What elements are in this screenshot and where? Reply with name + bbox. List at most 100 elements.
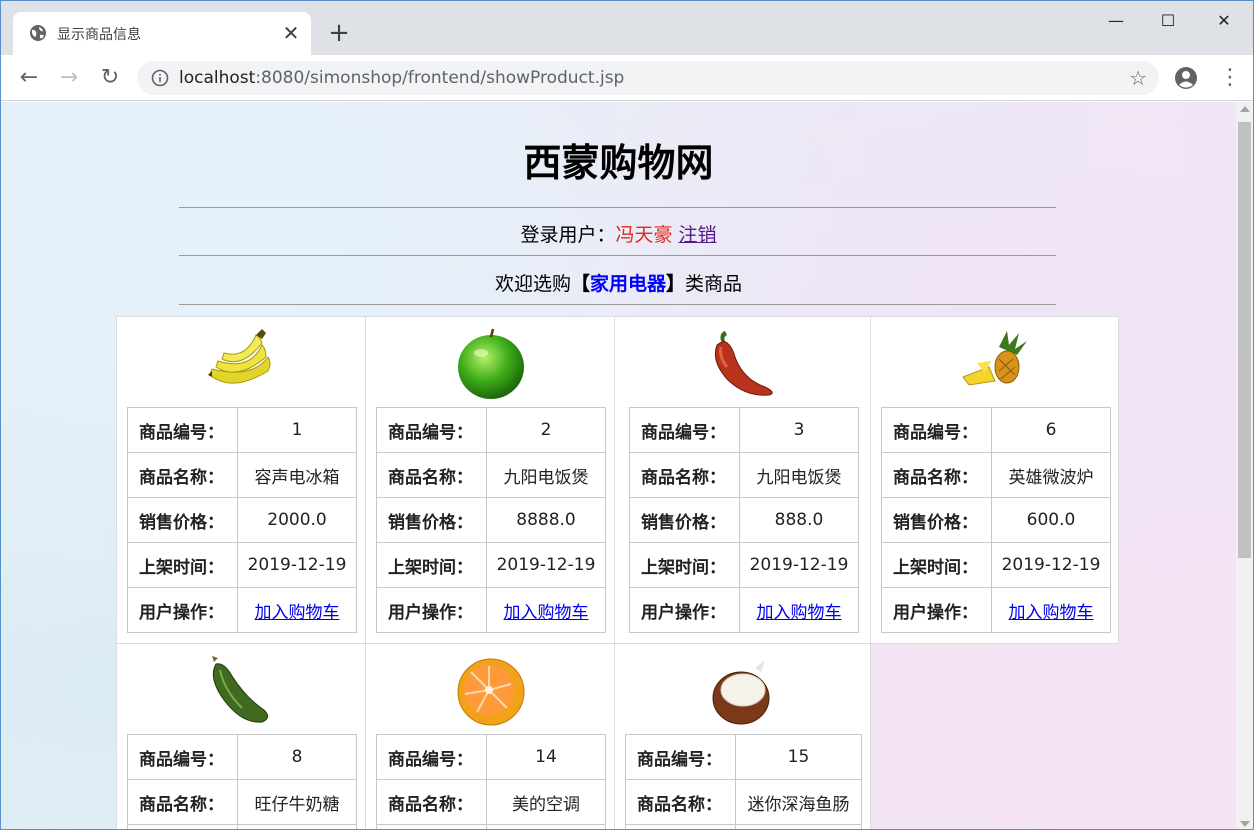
- vertical-scrollbar[interactable]: [1236, 102, 1253, 829]
- scroll-thumb[interactable]: [1238, 122, 1251, 558]
- tab-close-icon[interactable]: ✕: [281, 23, 301, 43]
- product-name: 迷你深海鱼肠: [735, 779, 862, 825]
- scroll-up-icon[interactable]: [1240, 106, 1250, 112]
- table-row: 上架时间： 2019-12-19: [127, 542, 357, 588]
- product-date: 2019-12-19: [739, 542, 859, 588]
- product-id: 2: [486, 407, 606, 453]
- table-row: 用户操作： 加入购物车: [376, 587, 606, 633]
- product-id: 15: [735, 734, 862, 780]
- table-row: 商品名称： 九阳电饭煲: [629, 452, 859, 498]
- category-name: 家用电器: [589, 273, 666, 295]
- login-info: 登录用户：冯天豪 注销: [520, 224, 717, 246]
- table-row: 销售价格： 8888.0: [376, 497, 606, 543]
- forward-icon[interactable]: →: [55, 64, 83, 92]
- pineapple-icon: [962, 331, 1027, 386]
- table-row: 商品编号： 6: [881, 407, 1111, 453]
- product-card: 商品编号： 6 商品名称： 英雄微波炉 销售价格： 600.0 上架时间： 2019-1…: [870, 316, 1119, 644]
- product-date: 2019-12-19: [486, 542, 606, 588]
- product-id: 1: [237, 407, 357, 453]
- product-table: 商品编号： 2 商品名称： 九阳电饭煲 销售价格： 8888.0 上架时间： 2019-…: [376, 407, 606, 633]
- scroll-down-icon[interactable]: [1240, 821, 1250, 827]
- table-row: [376, 824, 606, 829]
- product-price: 2000.0: [237, 497, 357, 543]
- table-row: 商品编号： 15: [625, 734, 862, 780]
- divider: [179, 207, 1056, 208]
- product-card: 商品编号： 1 商品名称： 容声电冰箱 销售价格： 2000.0 上架时间： 2019-…: [116, 316, 366, 644]
- browser-toolbar: ← → ↻ localhost:8080/simonshop/frontend/…: [1, 55, 1253, 101]
- table-row: 商品名称： 九阳电饭煲: [376, 452, 606, 498]
- product-card: 商品编号： 2 商品名称： 九阳电饭煲 销售价格： 8888.0 上架时间： 2019-…: [365, 316, 615, 644]
- divider: [179, 255, 1056, 256]
- bookmark-star-icon[interactable]: ☆: [1129, 66, 1147, 90]
- page-viewport: 西蒙购物网 登录用户：冯天豪 注销 欢迎选购【家用电器】类商品 商品编号：1: [1, 102, 1236, 829]
- product-name: 九阳电饭煲: [486, 452, 606, 498]
- add-to-cart-link[interactable]: 加入购物车: [757, 603, 842, 623]
- product-price: 600.0: [991, 497, 1111, 543]
- product-id: 6: [991, 407, 1111, 453]
- product-table: 商品编号： 8 商品名称： 旺仔牛奶糖: [127, 734, 357, 829]
- table-row: 上架时间： 2019-12-19: [881, 542, 1111, 588]
- apple-icon: [458, 328, 524, 399]
- table-row: [127, 824, 357, 829]
- new-tab-icon[interactable]: +: [325, 19, 353, 47]
- table-row: 商品编号： 3: [629, 407, 859, 453]
- product-id: 14: [486, 734, 606, 780]
- table-row: 销售价格： 2000.0: [127, 497, 357, 543]
- window-close-icon[interactable]: ✕: [1201, 7, 1247, 35]
- table-row: 商品名称： 旺仔牛奶糖: [127, 779, 357, 825]
- product-card: 商品编号： 15 商品名称： 迷你深海鱼肠: [614, 643, 871, 829]
- product-date: 2019-12-19: [237, 542, 357, 588]
- table-row: 商品名称： 容声电冰箱: [127, 452, 357, 498]
- table-row: 上架时间： 2019-12-19: [629, 542, 859, 588]
- category-heading: 欢迎选购【家用电器】类商品: [494, 273, 743, 295]
- browser-window: 显示商品信息 ✕ + — ☐ ✕ ← → ↻ localhost:8080/si…: [0, 0, 1254, 830]
- tab-title: 显示商品信息: [57, 27, 141, 43]
- product-price: 888.0: [739, 497, 859, 543]
- add-to-cart-link[interactable]: 加入购物车: [255, 603, 340, 623]
- product-table: 商品编号： 14 商品名称： 美的空调: [376, 734, 606, 829]
- table-row: [625, 824, 862, 829]
- url-text: localhost:8080/simonshop/frontend/showPr…: [179, 68, 625, 88]
- logout-link[interactable]: 注销: [679, 224, 717, 246]
- table-row: 商品编号： 1: [127, 407, 357, 453]
- product-name: 容声电冰箱: [237, 452, 357, 498]
- product-id: 3: [739, 407, 859, 453]
- table-row: 商品名称： 美的空调: [376, 779, 606, 825]
- product-date: 2019-12-19: [991, 542, 1111, 588]
- product-price: 8888.0: [486, 497, 606, 543]
- table-row: 上架时间： 2019-12-19: [376, 542, 606, 588]
- table-row: 商品编号： 2: [376, 407, 606, 453]
- add-to-cart-link[interactable]: 加入购物车: [1009, 603, 1094, 623]
- profile-icon[interactable]: [1174, 66, 1198, 90]
- table-row: 销售价格： 600.0: [881, 497, 1111, 543]
- table-row: 商品名称： 英雄微波炉: [881, 452, 1111, 498]
- banana-icon: [208, 329, 271, 384]
- tab-active[interactable]: 显示商品信息 ✕: [13, 12, 311, 55]
- username: 冯天豪: [615, 224, 673, 246]
- table-row: 商品名称： 迷你深海鱼肠: [625, 779, 862, 825]
- zucchini-icon: [212, 656, 268, 723]
- address-bar[interactable]: localhost:8080/simonshop/frontend/showPr…: [137, 61, 1159, 95]
- product-name: 旺仔牛奶糖: [237, 779, 357, 825]
- table-row: 用户操作： 加入购物车: [629, 587, 859, 633]
- product-table: 商品编号： 6 商品名称： 英雄微波炉 销售价格： 600.0 上架时间： 2019-1…: [881, 407, 1111, 633]
- product-id: 8: [237, 734, 357, 780]
- globe-icon: [30, 25, 46, 41]
- maximize-icon[interactable]: ☐: [1145, 7, 1191, 35]
- back-icon[interactable]: ←: [15, 64, 43, 92]
- divider: [179, 304, 1056, 305]
- product-name: 英雄微波炉: [991, 452, 1111, 498]
- product-card: 商品编号： 3 商品名称： 九阳电饭煲 销售价格： 888.0 上架时间： 2019-1…: [614, 316, 871, 644]
- coconut-icon: [712, 660, 770, 725]
- info-icon[interactable]: [151, 69, 169, 87]
- minimize-icon[interactable]: —: [1093, 7, 1139, 35]
- reload-icon[interactable]: ↻: [96, 64, 124, 92]
- kebab-menu-icon[interactable]: ⋮: [1219, 65, 1241, 91]
- product-table: 商品编号： 1 商品名称： 容声电冰箱 销售价格： 2000.0 上架时间： 2019-…: [127, 407, 357, 633]
- add-to-cart-link[interactable]: 加入购物车: [504, 603, 589, 623]
- product-name: 九阳电饭煲: [739, 452, 859, 498]
- tab-strip: 显示商品信息 ✕ + — ☐ ✕: [1, 1, 1253, 55]
- product-name: 美的空调: [486, 779, 606, 825]
- table-row: 用户操作： 加入购物车: [127, 587, 357, 633]
- table-row: 商品编号： 14: [376, 734, 606, 780]
